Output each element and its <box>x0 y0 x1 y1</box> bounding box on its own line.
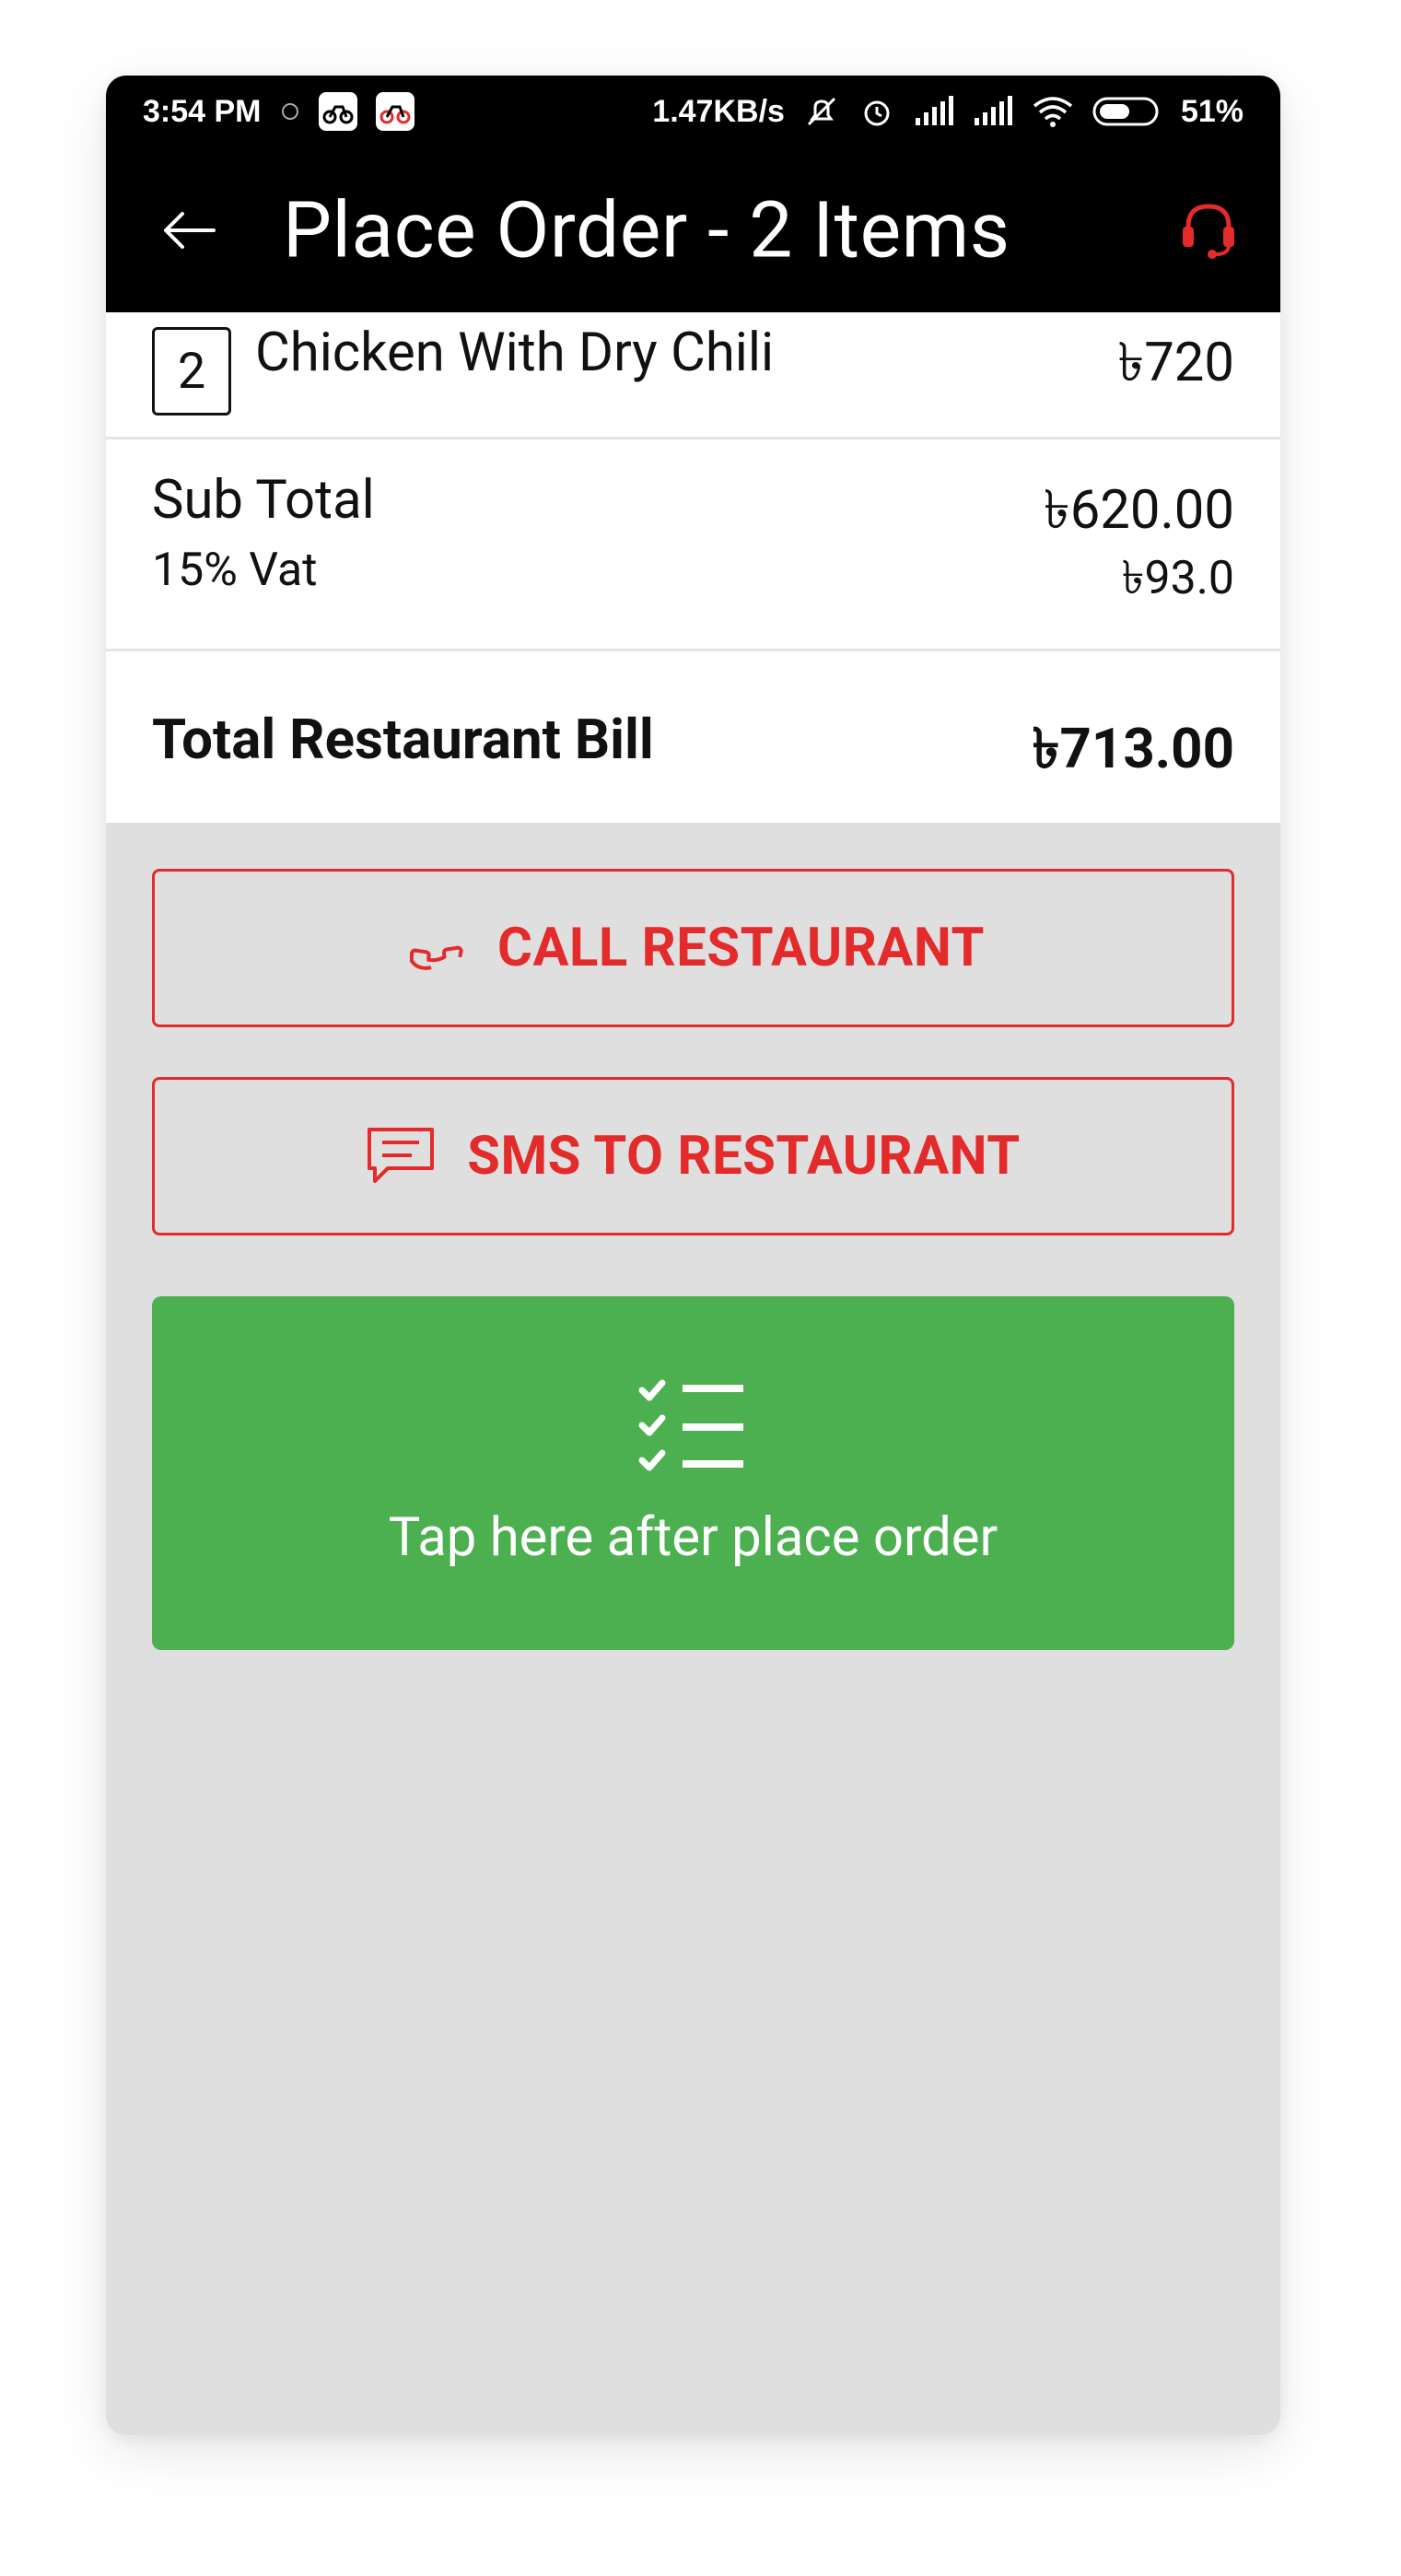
phone-icon <box>410 945 463 970</box>
item-price: ৳720 <box>1117 332 1234 394</box>
phone-screen: 3:54 PM 1.47KB/s 51% Place Order - 2 Ite… <box>106 76 1280 2435</box>
bill-value: ৳713.00 <box>1032 716 1234 781</box>
confirm-order-button[interactable]: Tap here after place order <box>152 1296 1234 1650</box>
bill-label: Total Restaurant Bill <box>152 707 654 772</box>
wifi-icon <box>1033 97 1073 127</box>
bill-section: Total Restaurant Bill ৳713.00 <box>106 651 1280 823</box>
sms-restaurant-button[interactable]: SMS TO RESTAURANT <box>152 1077 1234 1235</box>
item-quantity: 2 <box>152 327 231 416</box>
confirm-button-label: Tap here after place order <box>388 1506 998 1569</box>
battery-icon <box>1092 97 1159 126</box>
subtotal-label: Sub Total <box>152 469 375 532</box>
item-name: Chicken With Dry Chili <box>255 322 775 384</box>
call-button-label: CALL RESTAURANT <box>497 917 985 979</box>
app-notification-icon <box>318 92 357 131</box>
message-icon <box>368 1128 435 1183</box>
signal-icon <box>915 96 953 125</box>
page-title: Place Order - 2 Items <box>283 184 1010 275</box>
battery-level: 51% <box>1180 93 1243 129</box>
app-bar: Place Order - 2 Items <box>106 147 1280 312</box>
vat-label: 15% Vat <box>152 544 318 597</box>
support-button[interactable] <box>1173 195 1243 265</box>
status-bar: 3:54 PM 1.47KB/s 51% <box>106 76 1280 147</box>
signal-icon <box>974 96 1012 125</box>
alarm-icon <box>864 100 890 126</box>
arrow-left-icon <box>164 211 216 249</box>
vat-value: ৳93.0 <box>1121 552 1234 605</box>
list-item: 2 Chicken With Dry Chili ৳720 <box>106 312 1280 439</box>
status-time: 3:54 PM <box>143 93 262 129</box>
call-restaurant-button[interactable]: CALL RESTAURANT <box>152 869 1234 1027</box>
notification-icon <box>281 103 298 120</box>
mute-icon <box>807 97 835 126</box>
checklist-icon <box>638 1379 743 1471</box>
back-button[interactable] <box>157 198 221 263</box>
order-summary: 2 Chicken With Dry Chili ৳720 Sub Total … <box>106 312 1280 823</box>
headset-icon <box>1183 203 1234 259</box>
app-notification-icon <box>375 92 414 131</box>
totals-section: Sub Total ৳620.00 15% Vat ৳93.0 <box>106 439 1280 651</box>
network-speed: 1.47KB/s <box>652 93 785 129</box>
sms-button-label: SMS TO RESTAURANT <box>467 1125 1021 1188</box>
